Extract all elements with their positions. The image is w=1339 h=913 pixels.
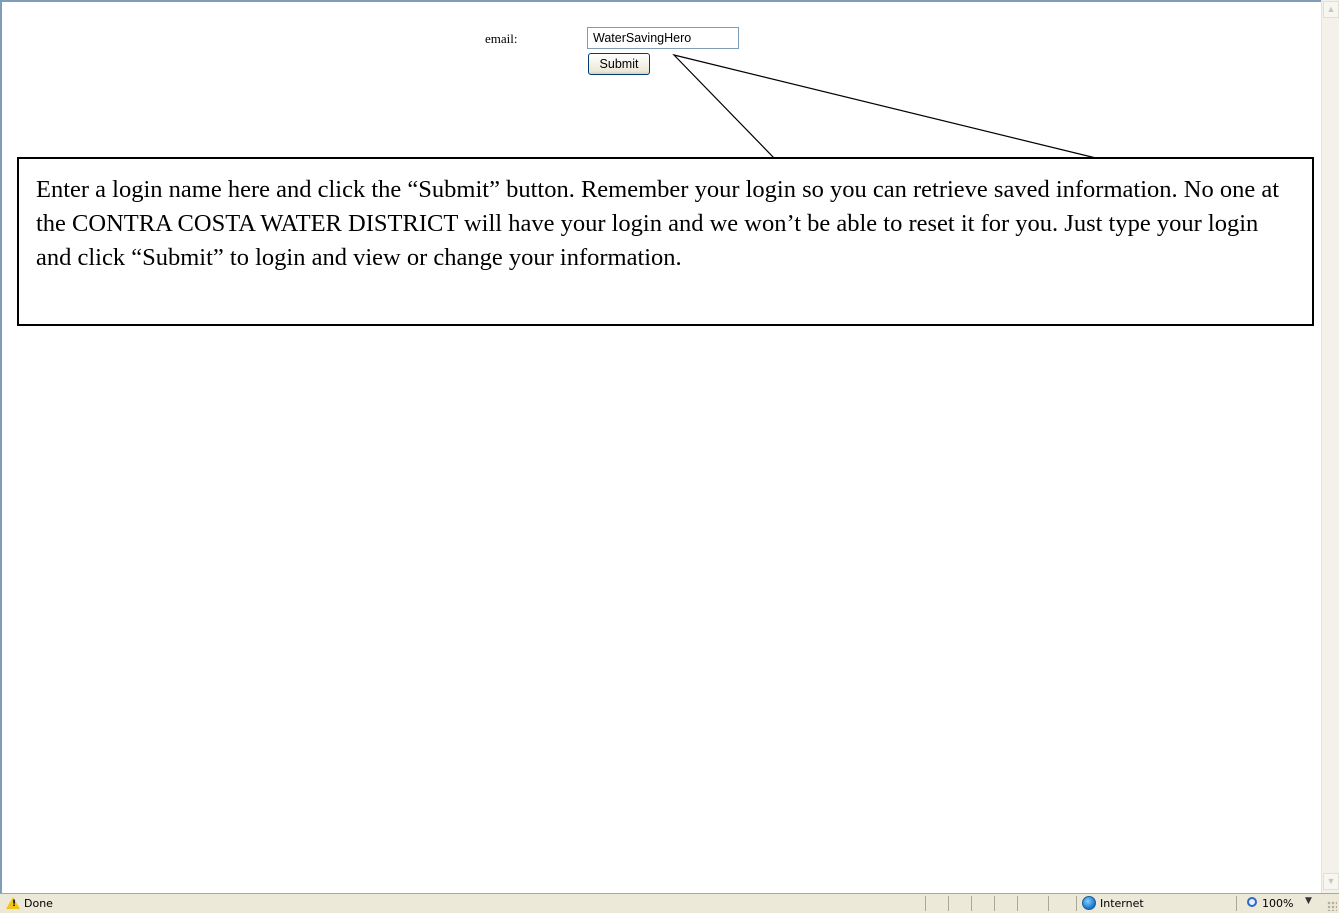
vertical-scrollbar[interactable]: ▲ ▼ — [1321, 0, 1339, 893]
status-divider — [994, 896, 995, 911]
zoom-icon[interactable] — [1247, 897, 1257, 907]
status-divider — [971, 896, 972, 911]
browser-viewport: email: Submit Enter a login name here an… — [0, 0, 1321, 893]
status-text: Done — [24, 897, 53, 910]
resize-grip-icon[interactable] — [1327, 901, 1337, 911]
instruction-callout: Enter a login name here and click the “S… — [17, 157, 1314, 326]
status-divider — [1048, 896, 1049, 911]
zoom-level[interactable]: 100% — [1262, 897, 1293, 910]
status-divider — [1236, 896, 1237, 911]
scroll-up-arrow-icon[interactable]: ▲ — [1323, 1, 1339, 18]
status-divider — [925, 896, 926, 911]
globe-icon — [1082, 896, 1096, 910]
chevron-down-icon[interactable]: ▼ — [1305, 896, 1312, 906]
zone-text: Internet — [1100, 897, 1144, 910]
warning-mark: ! — [12, 899, 17, 909]
status-divider — [1076, 896, 1077, 911]
status-divider — [948, 896, 949, 911]
status-bar: ! Done Internet 100% ▼ — [0, 893, 1339, 913]
scroll-down-arrow-icon[interactable]: ▼ — [1323, 873, 1339, 890]
status-divider — [1017, 896, 1018, 911]
